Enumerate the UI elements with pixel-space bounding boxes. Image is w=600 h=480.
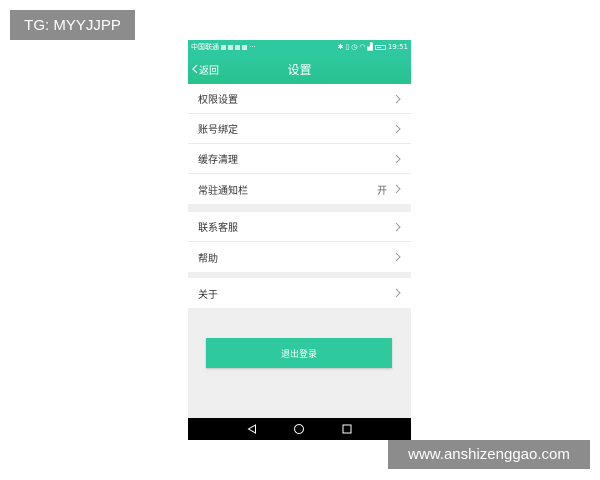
settings-item-account-binding[interactable]: 账号绑定: [188, 114, 411, 144]
settings-item-label: 账号绑定: [198, 125, 238, 136]
settings-item-permissions[interactable]: 权限设置: [188, 84, 411, 114]
notification-icon: [228, 44, 233, 50]
title-bar: 返回 设置: [188, 54, 411, 84]
settings-group-1: 权限设置 账号绑定 缓存清理 常驻通知栏 开: [188, 84, 411, 204]
chevron-right-icon: [395, 184, 401, 194]
watermark-top-left: TG: MYYJJPP: [10, 10, 135, 40]
setting-value: 开: [377, 185, 387, 197]
chevron-right-icon: [395, 154, 401, 163]
circle-home-icon: [294, 424, 305, 434]
page-title: 设置: [287, 62, 312, 77]
settings-item-persistent-notification[interactable]: 常驻通知栏 开: [188, 174, 411, 204]
watermark-bottom-right: www.anshizenggao.com: [388, 440, 590, 469]
chevron-right-icon: [395, 252, 401, 262]
chevron-right-icon: [395, 94, 401, 103]
nav-back-button[interactable]: [242, 419, 262, 439]
status-bar: 中国联通 ··· ✱ ▯ ◷ ◠ ▟ 19:51: [188, 40, 411, 54]
settings-group-3: 关于: [188, 278, 411, 308]
chevron-right-icon: [395, 124, 401, 133]
settings-item-label: 权限设置: [198, 95, 238, 106]
settings-item-label: 缓存清理: [198, 155, 238, 166]
settings-group-2: 联系客服 帮助: [188, 212, 411, 272]
notification-icon: [242, 44, 247, 50]
more-notifications-icon: ···: [249, 43, 256, 51]
square-recents-icon: [342, 424, 352, 434]
alarm-icon: ◷: [351, 43, 358, 51]
settings-item-clear-cache[interactable]: 缓存清理: [188, 144, 411, 174]
chevron-right-icon: [395, 288, 401, 298]
bluetooth-icon: ✱: [337, 43, 344, 51]
clock: 19:51: [387, 43, 408, 51]
vibrate-icon: ▯: [345, 43, 350, 51]
chevron-right-icon: [395, 222, 401, 231]
carrier-label: 中国联通: [191, 43, 219, 51]
signal-icon: ▟: [367, 43, 373, 51]
settings-item-customer-service[interactable]: 联系客服: [188, 212, 411, 242]
settings-item-help[interactable]: 帮助: [188, 242, 411, 272]
android-nav-bar: [188, 418, 411, 440]
logout-button[interactable]: 退出登录: [206, 338, 392, 368]
notification-icon: [235, 44, 240, 50]
settings-item-label: 帮助: [198, 253, 218, 265]
nav-recents-button[interactable]: [337, 419, 357, 439]
notification-icon: [221, 44, 226, 50]
settings-item-about[interactable]: 关于: [188, 278, 411, 308]
phone-screen: 中国联通 ··· ✱ ▯ ◷ ◠ ▟ 19:51 返回 设置 权限设置 账号绑定…: [188, 40, 411, 440]
settings-item-label: 联系客服: [198, 223, 238, 234]
wifi-icon: ◠: [359, 43, 366, 51]
nav-home-button[interactable]: [289, 419, 309, 439]
battery-icon: [374, 44, 386, 50]
settings-item-label: 常驻通知栏: [198, 185, 248, 197]
triangle-back-icon: [247, 424, 256, 434]
settings-item-label: 关于: [198, 289, 218, 301]
